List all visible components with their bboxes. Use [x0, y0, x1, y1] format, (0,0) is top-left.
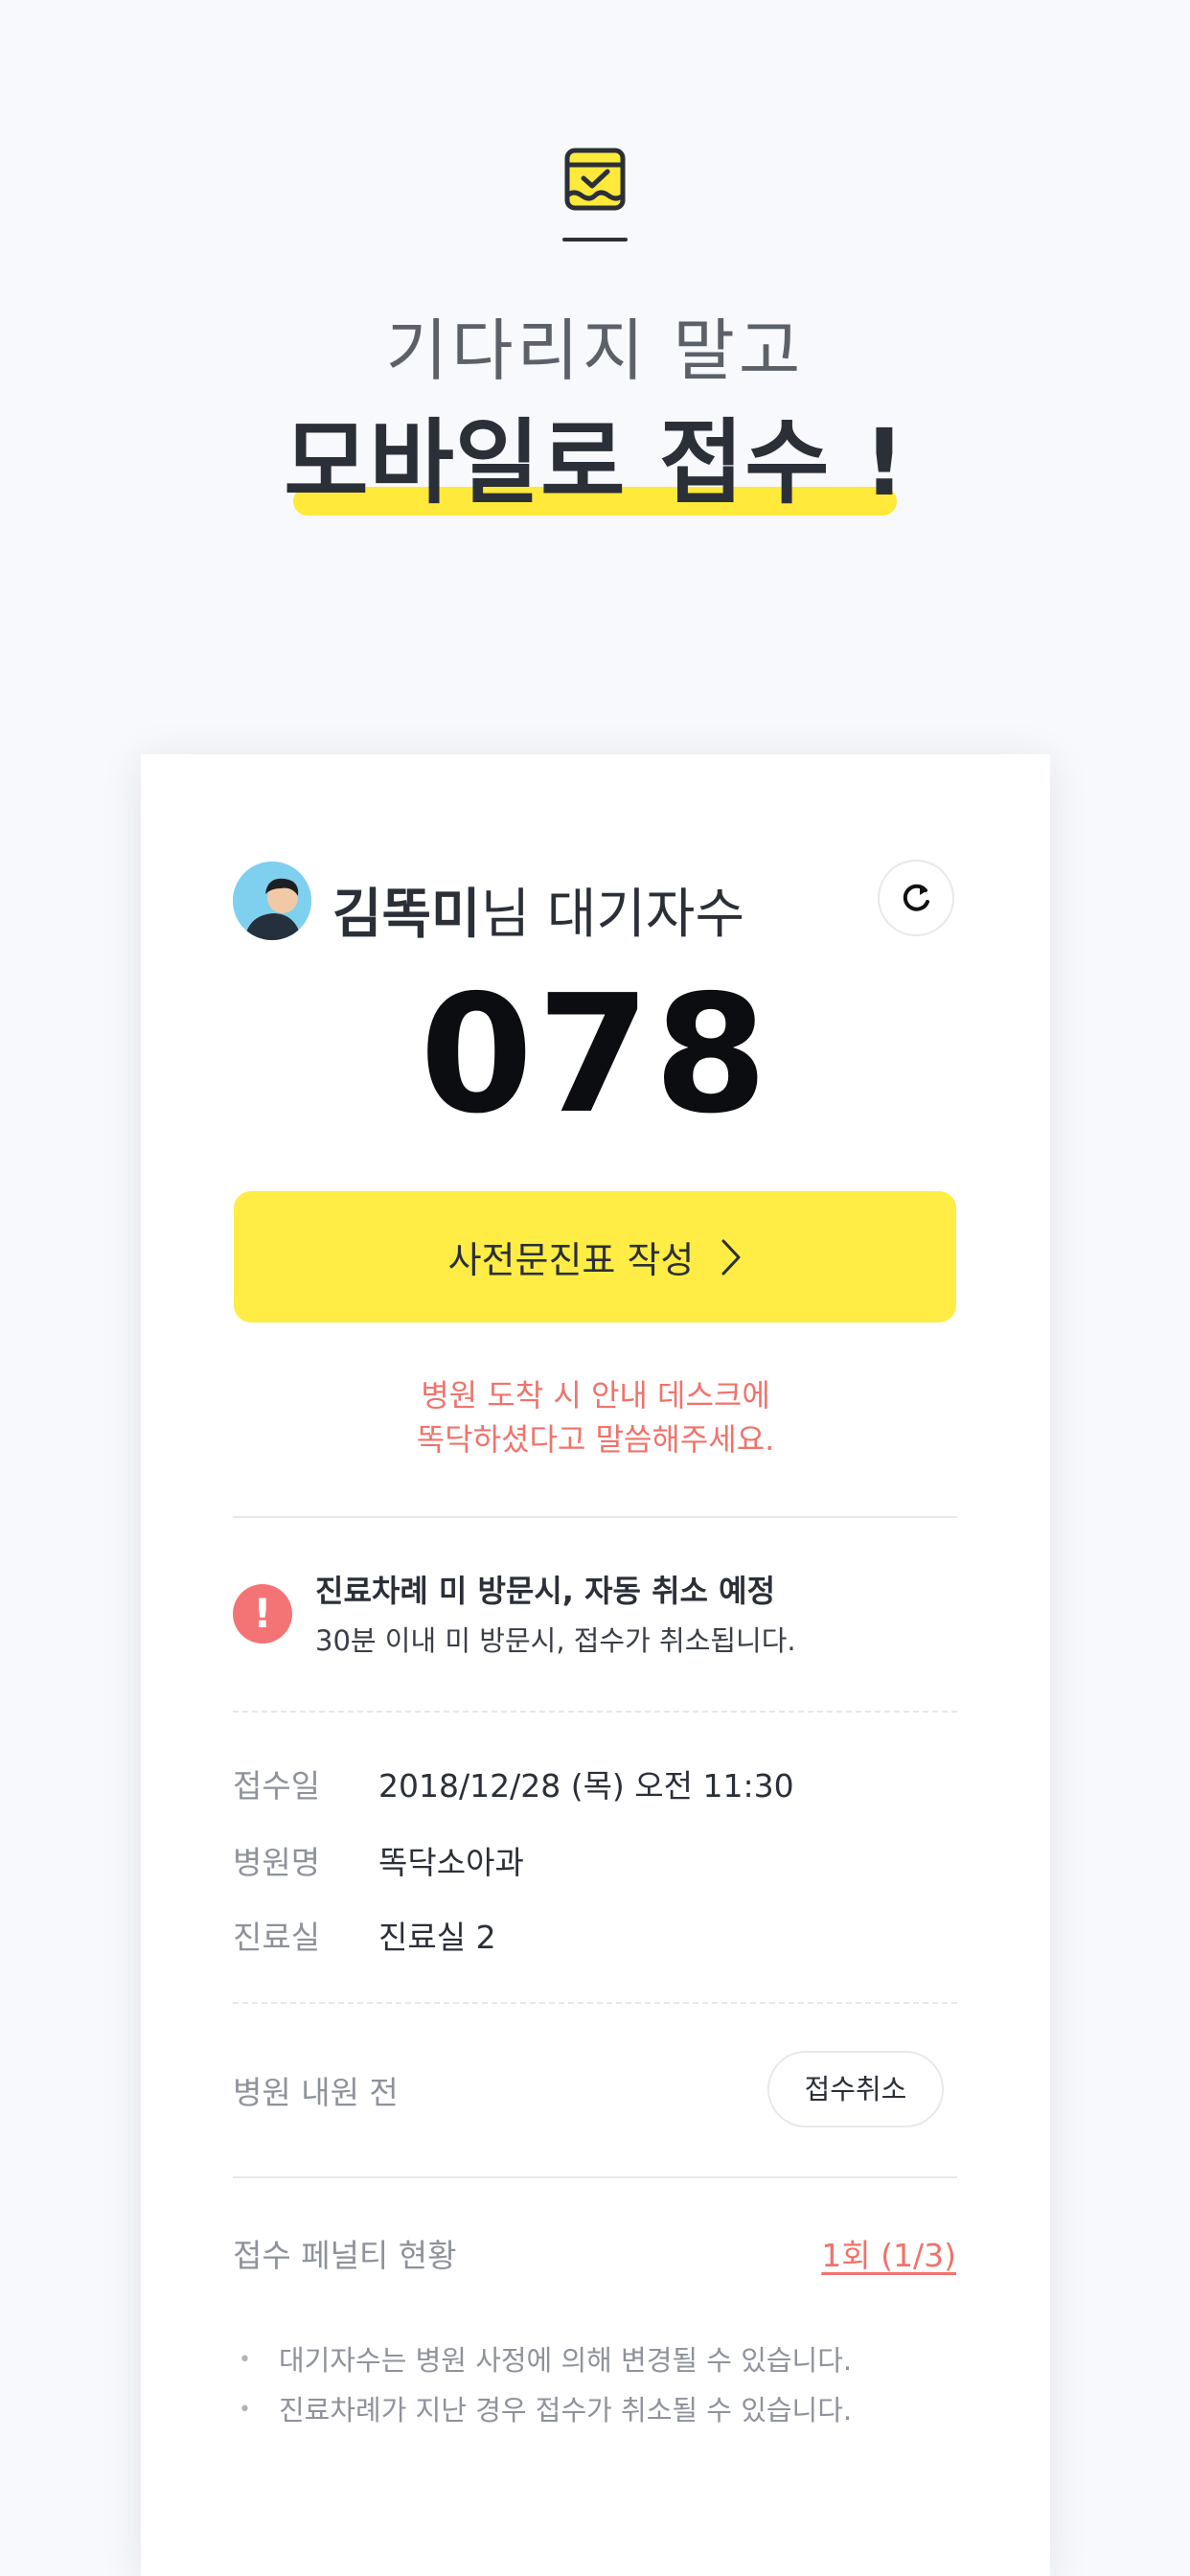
info-value: 진료실 2 [378, 1919, 496, 1956]
page-title-wrap: 모바일로 접수 ! [0, 388, 1190, 521]
warning-title: 진료차례 미 방문시, 자동 취소 예정 [315, 1573, 776, 1609]
header-icon-underline [562, 238, 628, 242]
divider [233, 1516, 957, 1518]
dashed-divider [233, 1711, 957, 1713]
wait-count: 078 [420, 960, 771, 1150]
info-key: 진료실 [233, 1919, 321, 1956]
arrival-notice: 병원 도착 시 안내 데스크에 똑닥하셨다고 말씀해주세요. [141, 1373, 1050, 1461]
info-value: 2018/12/28 (목) 오전 11:30 [378, 1767, 794, 1805]
list-item: 대기자수는 병원 사정에 의해 변경될 수 있습니다. [239, 2335, 967, 2385]
page-subtitle: 기다리지 말고 [385, 311, 805, 390]
chevron-right-icon [721, 1239, 741, 1275]
page-title: 모바일로 접수 ! [284, 388, 906, 521]
divider [233, 2176, 957, 2178]
penalty-value-link[interactable]: 1회 (1/3) [821, 2230, 956, 2276]
pre-questionnaire-button[interactable]: 사전문진표 작성 [234, 1191, 956, 1322]
header: 기다리지 말고 모바일로 접수 ! [0, 0, 1190, 671]
exclamation-icon: ! [233, 1584, 292, 1644]
refresh-icon [903, 884, 929, 911]
cancel-reception-button[interactable]: 접수취소 [767, 2051, 944, 2128]
list-item: 진료차례가 지난 경우 접수가 취소될 수 있습니다. [239, 2385, 967, 2435]
wait-count-label: 김똑미님 대기자수 [332, 871, 744, 949]
warning-description: 30분 이내 미 방문시, 접수가 취소됩니다. [315, 1624, 796, 1657]
avatar [233, 862, 311, 940]
receipt-check-icon [564, 148, 626, 211]
visit-status-label: 병원 내원 전 [233, 2074, 399, 2111]
user-wait-row: 김똑미님 대기자수 [233, 860, 961, 946]
arrival-notice-line2: 똑닥하셨다고 말씀해주세요. [416, 1421, 775, 1458]
user-name: 김똑미 [332, 884, 481, 946]
info-key: 접수일 [233, 1767, 321, 1805]
dashed-divider [233, 2002, 957, 2004]
info-row-date: 접수일 2018/12/28 (목) 오전 11:30 [233, 1760, 961, 1808]
wait-suffix: 님 대기자수 [480, 884, 744, 946]
info-row-hospital: 병원명 똑닥소아과 [233, 1837, 961, 1885]
arrival-notice-line1: 병원 도착 시 안내 데스크에 [421, 1377, 770, 1414]
penalty-label: 접수 페널티 현황 [233, 2237, 457, 2274]
reception-card: 김똑미님 대기자수 078 사전문진표 작성 병원 도착 시 안내 데스크에 똑… [141, 754, 1050, 2576]
refresh-button[interactable] [878, 860, 954, 936]
info-key: 병원명 [233, 1844, 321, 1881]
notes-list: 대기자수는 병원 사정에 의해 변경될 수 있습니다. 진료차례가 지난 경우 … [239, 2335, 967, 2435]
page-title-text: 모바일로 접수 ! [284, 409, 906, 517]
info-value: 똑닥소아과 [378, 1844, 524, 1881]
info-row-room: 진료실 진료실 2 [233, 1912, 961, 1960]
pre-questionnaire-label: 사전문진표 작성 [447, 1239, 695, 1281]
